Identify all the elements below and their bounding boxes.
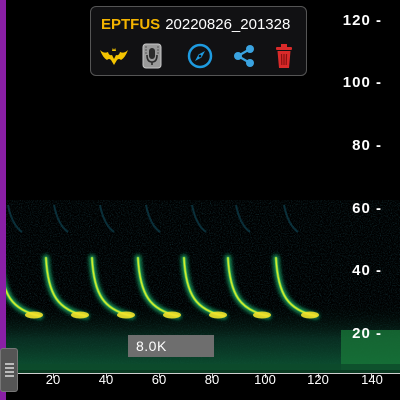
share-icon[interactable] (229, 41, 259, 71)
grip-line (5, 367, 14, 369)
species-code[interactable]: EPTFUS (101, 16, 160, 33)
time-tick-label: 140 (361, 372, 383, 387)
frequency-tick-label: 20 (352, 325, 382, 342)
microphone-icon[interactable] (137, 41, 167, 71)
time-tick-label: 20 (45, 372, 61, 387)
file-name: 20220826_201328 (165, 16, 291, 33)
grip-line (5, 371, 14, 373)
time-tick-label: 60 (151, 372, 167, 387)
trash-icon[interactable] (269, 41, 299, 71)
grip-line (5, 375, 14, 377)
frequency-axis: 120 100 80 60 40 20 (340, 0, 400, 400)
time-tick-label: 80 (204, 372, 220, 387)
panel-title: EPTFUS 20220826_201328 (101, 16, 290, 33)
time-tick-label: 40 (98, 372, 114, 387)
bat-icon[interactable] (99, 41, 129, 71)
frequency-tick-label: 40 (352, 262, 382, 279)
frequency-tick-label: 80 (352, 137, 382, 154)
time-tick-label: 120 (307, 372, 329, 387)
spectrogram-view[interactable]: 120 100 80 60 40 20 8.0K 20 40 60 80 100… (0, 0, 400, 400)
grip-line (5, 363, 14, 365)
recording-info-panel: EPTFUS 20220826_201328 (90, 6, 307, 76)
compass-icon[interactable] (185, 41, 215, 71)
time-axis: 20 40 60 80 100 120 140 (0, 370, 400, 400)
frequency-tick-label: 60 (352, 200, 382, 217)
zoom-level-label[interactable]: 8.0K (128, 335, 214, 357)
time-tick-label: 100 (254, 372, 276, 387)
frequency-tick-label: 120 (343, 12, 382, 29)
scroll-handle[interactable] (0, 348, 18, 392)
frequency-tick-label: 100 (343, 74, 382, 91)
